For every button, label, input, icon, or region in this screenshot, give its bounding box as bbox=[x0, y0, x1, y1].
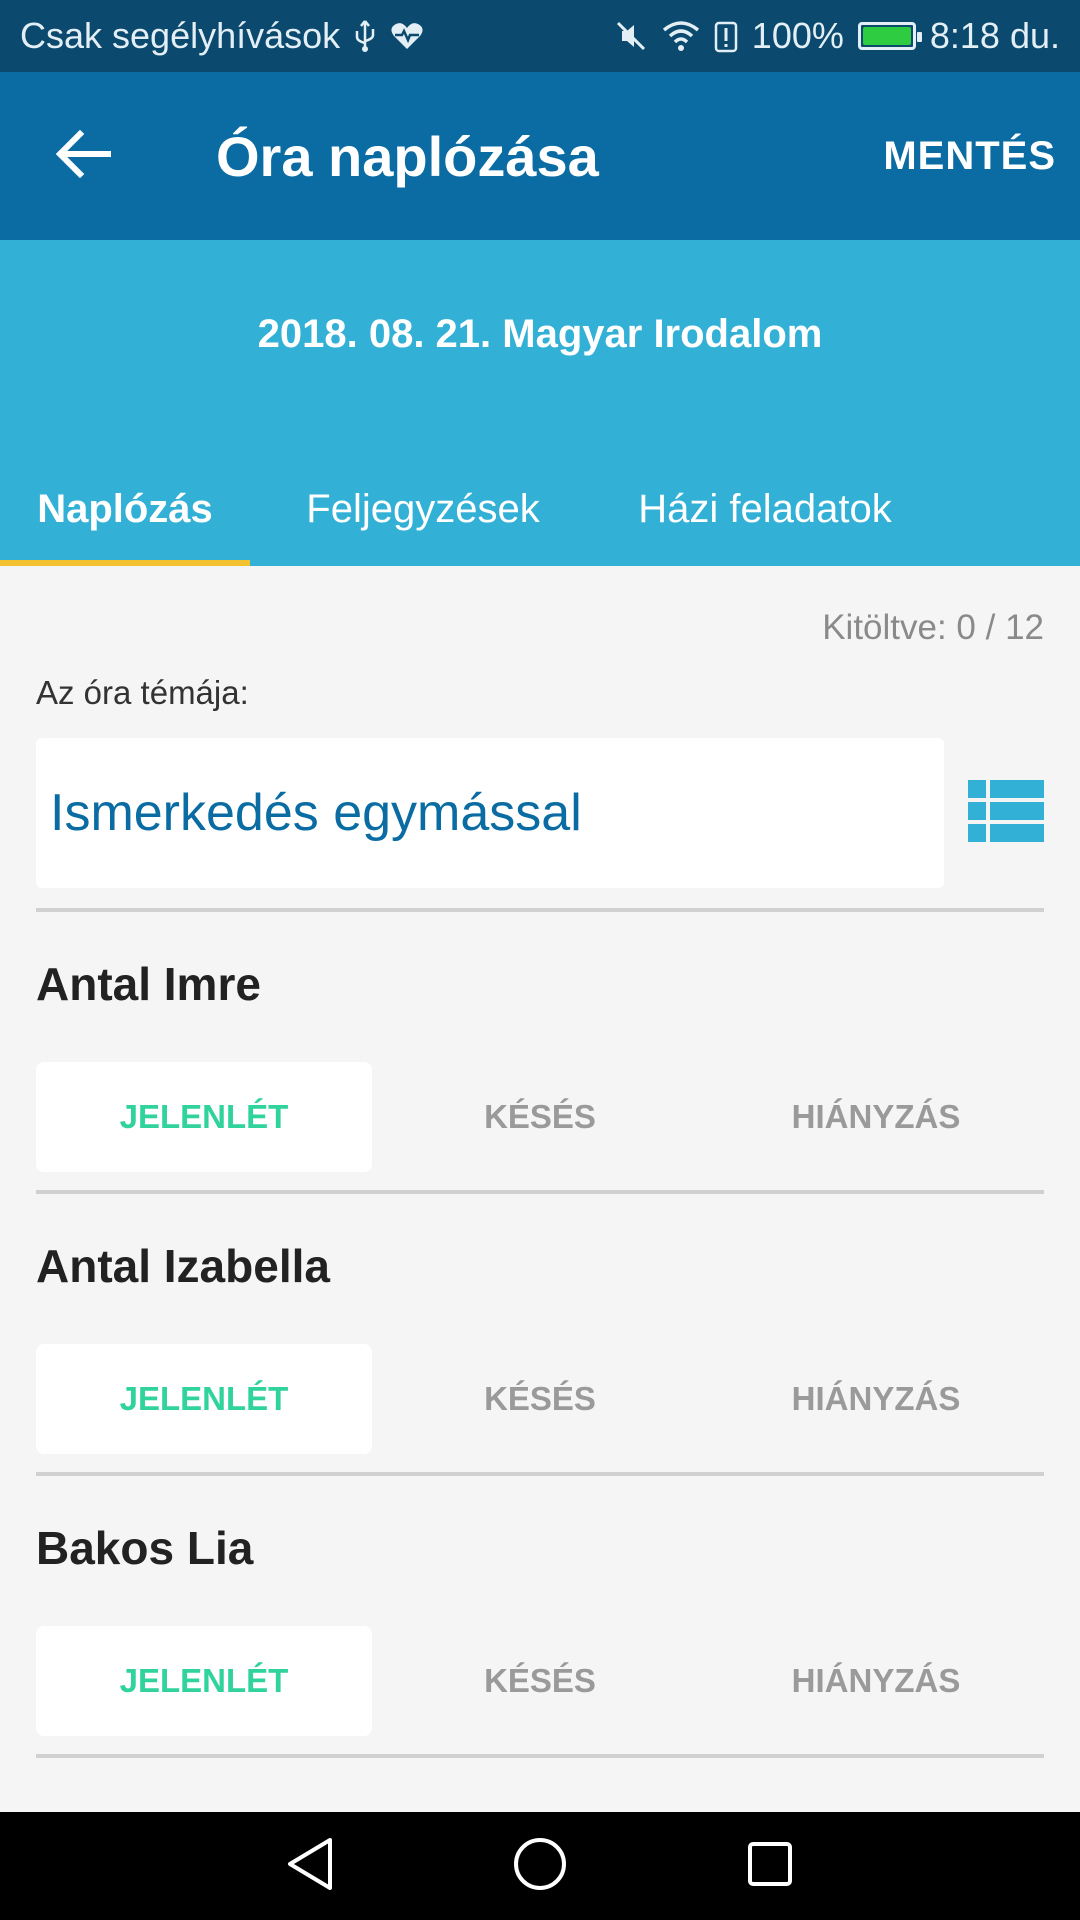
save-button[interactable]: MENTÉS bbox=[859, 134, 1080, 179]
student-name: Antal Imre bbox=[36, 958, 261, 1010]
attendance-options: JELENLÉT KÉSÉS HIÁNYZÁS bbox=[36, 1062, 1044, 1172]
tab-feljegyzesek[interactable]: Feljegyzések bbox=[250, 452, 596, 566]
carrier-text: Csak segélyhívások bbox=[20, 15, 341, 56]
triangle-back-icon bbox=[284, 1836, 336, 1897]
status-left: Csak segélyhívások bbox=[20, 15, 614, 57]
nav-home-button[interactable] bbox=[500, 1826, 580, 1906]
battery-percent: 100% bbox=[751, 15, 844, 56]
topic-input[interactable]: Ismerkedés egymással bbox=[36, 738, 944, 888]
status-right: 100% 8:18 du. bbox=[614, 15, 1060, 57]
topic-row: Ismerkedés egymással bbox=[36, 738, 1044, 888]
student-row: Antal Izabella JELENLÉT KÉSÉS HIÁNYZÁS bbox=[36, 1194, 1044, 1476]
present-button[interactable]: JELENLÉT bbox=[36, 1344, 372, 1454]
list-icon bbox=[968, 779, 1044, 847]
absent-button[interactable]: HIÁNYZÁS bbox=[708, 1626, 1044, 1736]
square-recents-icon bbox=[746, 1840, 794, 1893]
late-button[interactable]: KÉSÉS bbox=[372, 1344, 708, 1454]
late-button[interactable]: KÉSÉS bbox=[372, 1626, 708, 1736]
tab-bar: Naplózás Feljegyzések Házi feladatok bbox=[0, 452, 1080, 566]
back-button[interactable] bbox=[0, 72, 168, 240]
tab-naplozas[interactable]: Naplózás bbox=[0, 452, 250, 566]
circle-home-icon bbox=[512, 1836, 568, 1897]
lesson-header: 2018. 08. 21. Magyar Irodalom Naplózás F… bbox=[0, 240, 1080, 566]
health-icon bbox=[390, 21, 424, 51]
muted-icon bbox=[614, 19, 648, 53]
late-button[interactable]: KÉSÉS bbox=[372, 1062, 708, 1172]
attendance-options: JELENLÉT KÉSÉS HIÁNYZÁS bbox=[36, 1344, 1044, 1454]
lesson-title: 2018. 08. 21. Magyar Irodalom bbox=[257, 312, 823, 356]
topic-label: Az óra témája: bbox=[36, 674, 249, 711]
alert-icon bbox=[714, 19, 738, 53]
tab-hazi-feladatok[interactable]: Házi feladatok bbox=[596, 452, 934, 566]
absent-button[interactable]: HIÁNYZÁS bbox=[708, 1062, 1044, 1172]
present-button[interactable]: JELENLÉT bbox=[36, 1062, 372, 1172]
present-button[interactable]: JELENLÉT bbox=[36, 1626, 372, 1736]
app-bar: Óra naplózása MENTÉS bbox=[0, 72, 1080, 240]
arrow-left-icon bbox=[55, 129, 112, 183]
status-bar: Csak segélyhívások 100% 8:18 du. bbox=[0, 0, 1080, 72]
battery-fill bbox=[862, 27, 911, 45]
system-nav-bar bbox=[0, 1812, 1080, 1920]
topic-list-button[interactable] bbox=[944, 738, 1044, 888]
student-row: Antal Imre JELENLÉT KÉSÉS HIÁNYZÁS bbox=[36, 912, 1044, 1194]
attendance-options: JELENLÉT KÉSÉS HIÁNYZÁS bbox=[36, 1626, 1044, 1736]
wifi-icon bbox=[662, 20, 700, 52]
divider bbox=[36, 1754, 1044, 1758]
student-name: Antal Izabella bbox=[36, 1240, 330, 1292]
battery-icon bbox=[857, 22, 922, 50]
page-title: Óra naplózása bbox=[216, 124, 599, 188]
student-row: Bakos Lia JELENLÉT KÉSÉS HIÁNYZÁS bbox=[36, 1476, 1044, 1758]
usb-icon bbox=[352, 19, 378, 53]
clock: 8:18 du. bbox=[929, 15, 1060, 56]
absent-button[interactable]: HIÁNYZÁS bbox=[708, 1344, 1044, 1454]
nav-back-button[interactable] bbox=[270, 1826, 350, 1906]
student-name: Bakos Lia bbox=[36, 1522, 254, 1574]
filled-counter: Kitöltve: 0 / 12 bbox=[822, 608, 1044, 647]
nav-recents-button[interactable] bbox=[730, 1826, 810, 1906]
log-content: Kitöltve: 0 / 12 Az óra témája: Ismerked… bbox=[36, 566, 1044, 1758]
